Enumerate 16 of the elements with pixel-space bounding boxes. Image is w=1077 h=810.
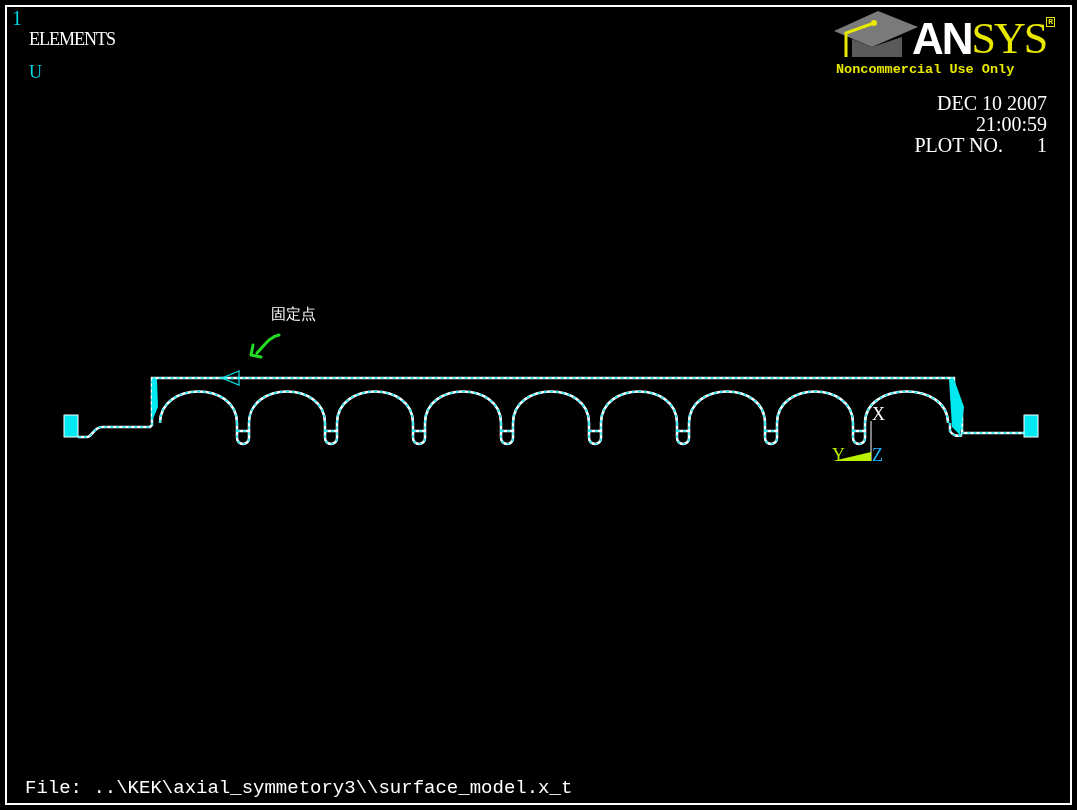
file-path: File: ..\KEK\axial_symmetory3\\surface_model.x_t — [25, 779, 573, 798]
display-label: U — [29, 63, 42, 81]
plot-date: DEC 10 2007 — [937, 93, 1047, 114]
license-notice: Noncommercial Use Only — [836, 63, 1015, 77]
plot-time: 21:00:59 — [975, 114, 1047, 135]
axis-label: Z — [872, 446, 883, 464]
pointer-arrow-icon — [247, 333, 281, 359]
registered-mark: R — [1046, 17, 1056, 27]
plot-number-value: 1 — [1037, 135, 1047, 156]
plot-number-label: PLOT NO. — [914, 135, 1003, 156]
annotation-label: 固定点 — [271, 307, 316, 322]
plot-label: ELEMENTS — [29, 30, 115, 48]
window-number: 1 — [12, 8, 22, 28]
logo-text: AN — [912, 17, 972, 61]
logo-text: SYS — [971, 17, 1047, 61]
axis-label: X — [872, 405, 885, 423]
